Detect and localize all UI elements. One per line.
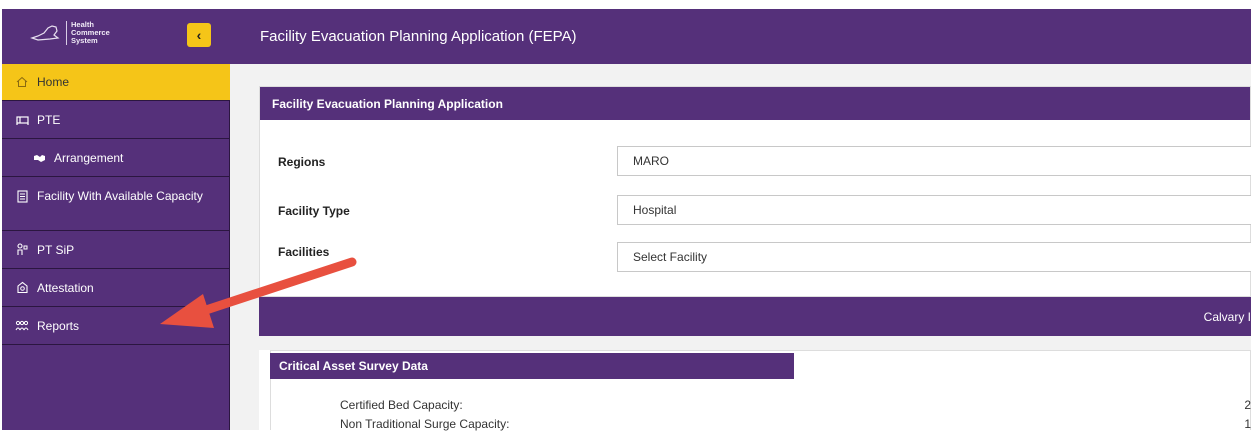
- facility-name-band: Calvary I: [259, 297, 1251, 336]
- logo-line-3: System: [71, 36, 98, 45]
- facilities-label: Facilities: [278, 245, 330, 259]
- sidebar-item-home[interactable]: Home: [2, 64, 230, 101]
- screen: Health Commerce System ‹ Home PTE Arrang…: [0, 0, 1251, 431]
- survey-row-label: Certified Bed Capacity:: [340, 398, 463, 412]
- survey-row-value: 1: [1244, 417, 1251, 431]
- facility-type-select[interactable]: Hospital: [617, 195, 1251, 225]
- sidebar-item-label: Attestation: [37, 280, 94, 295]
- sidebar-item-label: Arrangement: [54, 150, 124, 165]
- regions-row: Regions MARO: [260, 146, 1251, 178]
- top-cropped-strip: [0, 0, 1251, 9]
- person-icon: [15, 243, 29, 257]
- sidebar: Health Commerce System ‹ Home PTE Arrang…: [2, 9, 230, 430]
- survey-row-label: Non Traditional Surge Capacity:: [340, 417, 510, 431]
- survey-row: Certified Bed Capacity: 2: [340, 398, 1251, 412]
- sidebar-item-attestation[interactable]: Attestation: [2, 269, 230, 307]
- sidebar-item-arrangement[interactable]: Arrangement: [2, 139, 230, 177]
- sidebar-nav: Home PTE Arrangement Facility With Avail…: [2, 64, 230, 345]
- regions-select[interactable]: MARO: [617, 146, 1251, 176]
- facility-type-row: Facility Type Hospital: [260, 195, 1251, 227]
- critical-asset-survey-panel: Critical Asset Survey Data Certified Bed…: [259, 350, 1251, 431]
- sidebar-item-pte[interactable]: PTE: [2, 101, 230, 139]
- sidebar-item-reports[interactable]: Reports: [2, 307, 230, 345]
- fepa-filter-card: Facility Evacuation Planning Application…: [259, 86, 1251, 297]
- survey-row: Non Traditional Surge Capacity: 1: [340, 417, 1251, 431]
- facilities-select[interactable]: Select Facility: [617, 242, 1251, 272]
- page-title: Facility Evacuation Planning Application…: [260, 28, 577, 45]
- sidebar-item-label: Home: [37, 75, 70, 89]
- chevron-left-icon: ‹: [196, 27, 202, 43]
- new-york-state-icon: [30, 25, 60, 41]
- health-commerce-system-logo[interactable]: Health Commerce System: [30, 20, 150, 48]
- bed-icon: [15, 113, 29, 127]
- survey-title: Critical Asset Survey Data: [270, 353, 794, 379]
- sidebar-item-label: PT SiP: [37, 242, 75, 257]
- home-icon: [15, 75, 29, 89]
- people-icon: [15, 319, 29, 333]
- app-header: Facility Evacuation Planning Application…: [230, 9, 1251, 64]
- building-icon: [15, 189, 29, 203]
- sidebar-item-pt-sip[interactable]: PT SiP: [2, 231, 230, 269]
- handshake-icon: [32, 151, 46, 165]
- logo-text: Health Commerce System: [66, 21, 110, 45]
- brand-area: Health Commerce System ‹: [2, 9, 230, 64]
- certificate-icon: [15, 281, 29, 295]
- survey-row-value: 2: [1244, 398, 1251, 412]
- regions-label: Regions: [278, 155, 326, 169]
- facility-type-label: Facility Type: [278, 204, 350, 218]
- sidebar-item-label: Facility With Available Capacity: [37, 189, 203, 203]
- card-title: Facility Evacuation Planning Application: [260, 87, 1250, 120]
- sidebar-item-label: PTE: [37, 112, 61, 127]
- sidebar-item-facility-with-available-capacity[interactable]: Facility With Available Capacity: [2, 177, 230, 231]
- sidebar-item-label: Reports: [37, 318, 80, 333]
- facilities-row: Facilities Select Facility: [260, 242, 1251, 274]
- facility-name: Calvary I: [1203, 310, 1251, 324]
- collapse-sidebar-button[interactable]: ‹: [187, 23, 211, 47]
- main-content: Facility Evacuation Planning Application…: [230, 64, 1251, 431]
